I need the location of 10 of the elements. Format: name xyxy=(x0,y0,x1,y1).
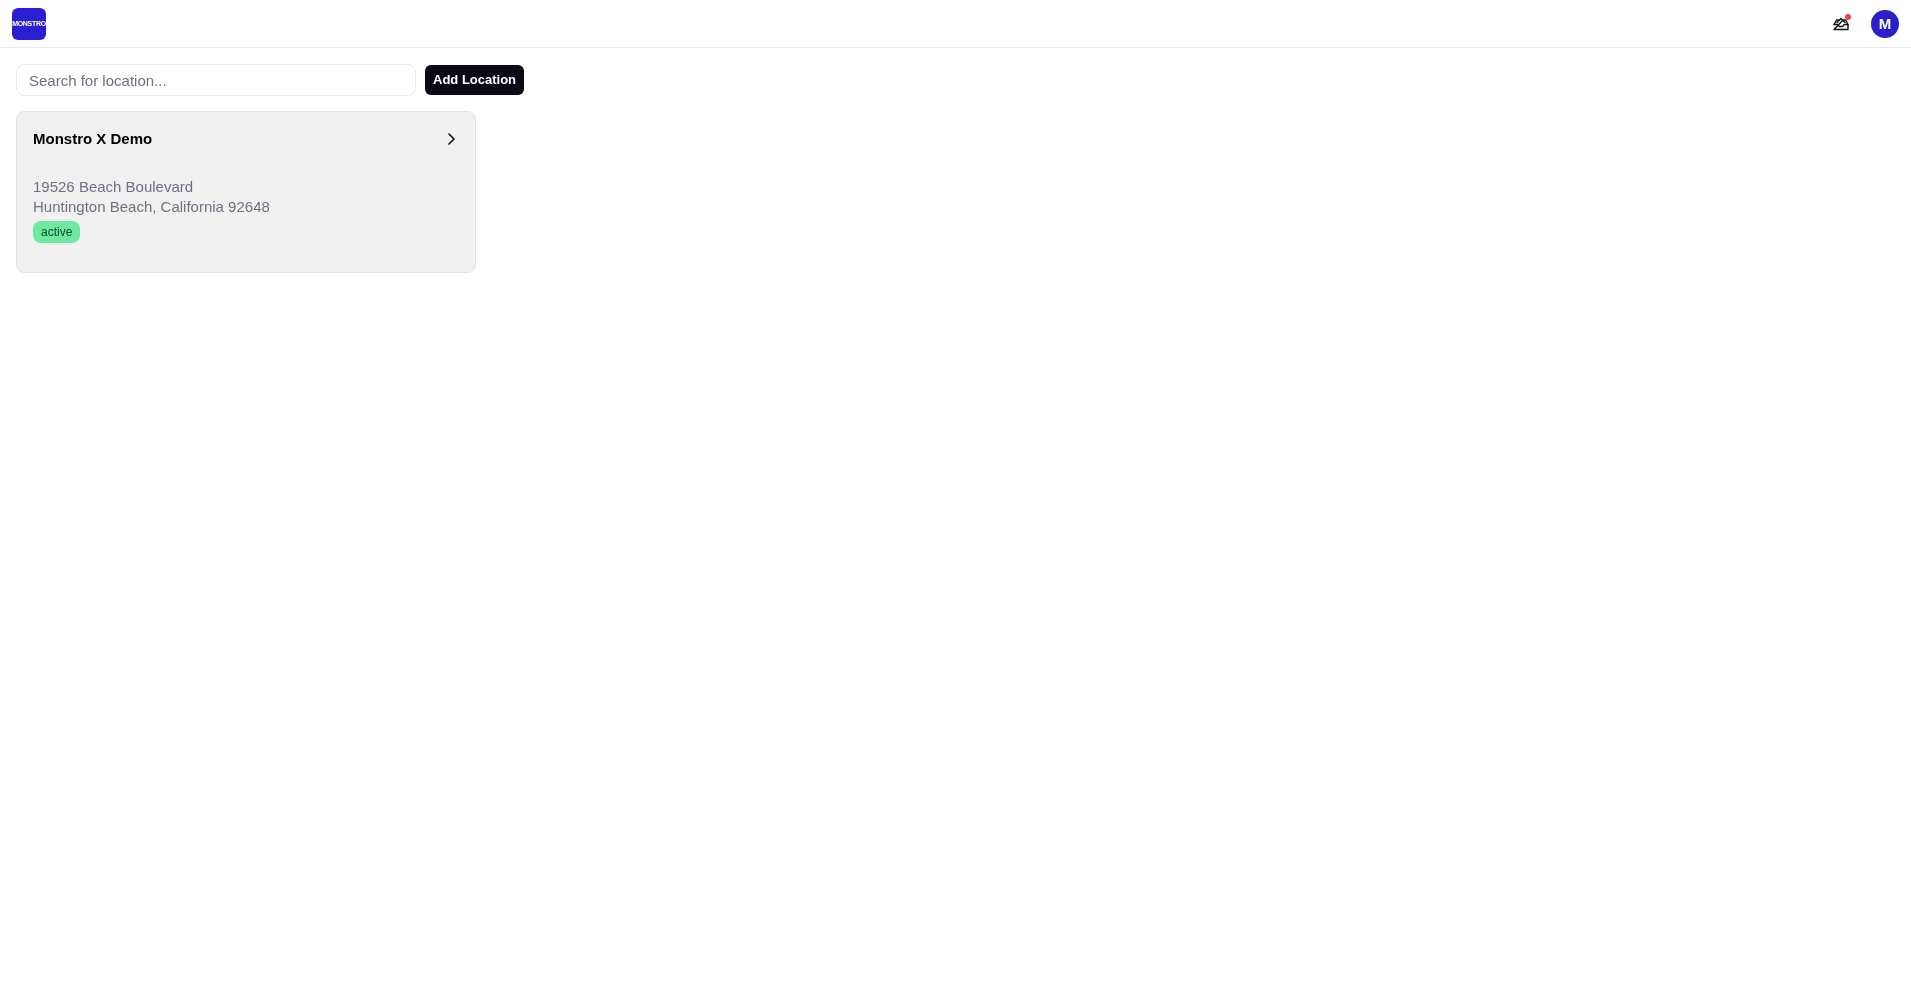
address-line: Huntington Beach, California 92648 xyxy=(33,197,270,217)
status-badge: active xyxy=(33,221,81,243)
address-line: 19526 Beach Boulevard xyxy=(33,177,194,197)
add-location-button[interactable]: Add Location xyxy=(425,65,525,95)
location-name: Monstro X Demo xyxy=(33,129,153,149)
search-field[interactable]: Search for location... xyxy=(16,64,416,96)
location-card[interactable]: Monstro X Demo 19526 Beach Boulevard Huntington Beach, California 92648 active xyxy=(16,111,476,273)
inbox-icon[interactable] xyxy=(1833,16,1849,31)
avatar[interactable]: M xyxy=(1871,9,1899,38)
chevron-right-icon[interactable] xyxy=(448,133,455,145)
